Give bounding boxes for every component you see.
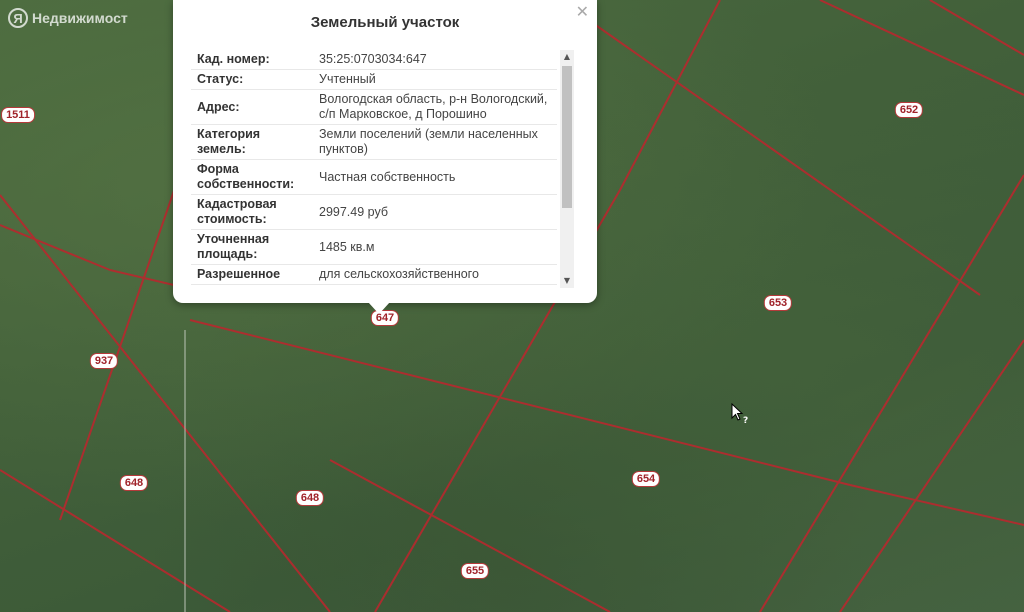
parcel-line [839, 339, 1024, 612]
row-value-status: Учтенный [309, 69, 557, 90]
row-key-area: Уточненная площадь: [191, 229, 309, 265]
parcel-line [0, 469, 231, 612]
parcel-label[interactable]: 655 [460, 563, 490, 579]
row-value-cadastral-number: 35:25:0703034:647 [309, 50, 557, 70]
table-row: Кадастровая стоимость: 2997.49 руб [191, 194, 557, 230]
popup-scrollbar[interactable]: ▲ ▼ [560, 50, 574, 288]
table-row: Уточненная площадь: 1485 кв.м [191, 229, 557, 265]
parcel-label[interactable]: 648 [295, 490, 325, 506]
row-key-cadastral-number: Кад. номер: [191, 50, 309, 70]
land-plot-popup: ✕ Земельный участок Кад. номер: 35:25:07… [173, 0, 597, 303]
row-value-address: Вологодская область, р-н Вологодский, с/… [309, 89, 557, 125]
parcel-line [929, 0, 1024, 56]
table-row: Форма собственности: Частная собственнос… [191, 159, 557, 195]
row-value-cadastral-value: 2997.49 руб [309, 194, 557, 230]
parcel-line [849, 484, 1024, 526]
parcel-label[interactable]: 654 [631, 471, 661, 487]
scroll-down-arrow-icon[interactable]: ▼ [560, 274, 574, 288]
plot-info-table: Кад. номер: 35:25:0703034:647 Статус: Уч… [191, 50, 557, 285]
svg-text:?: ? [743, 416, 748, 425]
info-scroll-area[interactable]: Кад. номер: 35:25:0703034:647 Статус: Уч… [191, 50, 576, 288]
row-value-permitted-use: для сельскохозяйственного [309, 264, 557, 285]
parcel-line [329, 459, 611, 612]
table-row: Разрешенное для сельскохозяйственного [191, 264, 557, 285]
popup-pointer [368, 302, 390, 314]
parcel-line [759, 174, 1024, 612]
parcel-line [819, 0, 1024, 96]
scrollbar-thumb[interactable] [562, 66, 572, 208]
row-key-status: Статус: [191, 69, 309, 90]
parcel-label[interactable]: 652 [894, 102, 924, 118]
row-key-address: Адрес: [191, 89, 309, 125]
row-key-cadastral-value: Кадастровая стоимость: [191, 194, 309, 230]
table-row: Категория земель: Земли поселений (земли… [191, 124, 557, 160]
row-key-ownership-form: Форма собственности: [191, 159, 309, 195]
row-key-permitted-use: Разрешенное [191, 264, 309, 285]
row-value-area: 1485 кв.м [309, 229, 557, 265]
parcel-line [619, 0, 721, 191]
parcel-label[interactable]: 653 [763, 295, 793, 311]
parcel-label[interactable]: 937 [89, 353, 119, 369]
yandex-logo-icon: Я [8, 8, 28, 28]
table-row: Адрес: Вологодская область, р-н Вологодс… [191, 89, 557, 125]
parcel-label[interactable]: 1511 [1, 107, 35, 123]
popup-title: Земельный участок [310, 14, 460, 31]
row-key-land-category: Категория земель: [191, 124, 309, 160]
row-value-land-category: Земли поселений (земли населенных пункто… [309, 124, 557, 160]
scroll-up-arrow-icon[interactable]: ▲ [560, 50, 574, 64]
table-row: Кад. номер: 35:25:0703034:647 [191, 50, 557, 70]
logo-text: Недвижимост [32, 10, 128, 26]
parcel-line [189, 319, 851, 486]
table-row: Статус: Учтенный [191, 69, 557, 90]
mouse-cursor-help-icon: ? [731, 403, 748, 425]
yandex-realty-logo[interactable]: Я Недвижимост [8, 8, 128, 28]
parcel-label[interactable]: 648 [119, 475, 149, 491]
row-value-ownership-form: Частная собственность [309, 159, 557, 195]
